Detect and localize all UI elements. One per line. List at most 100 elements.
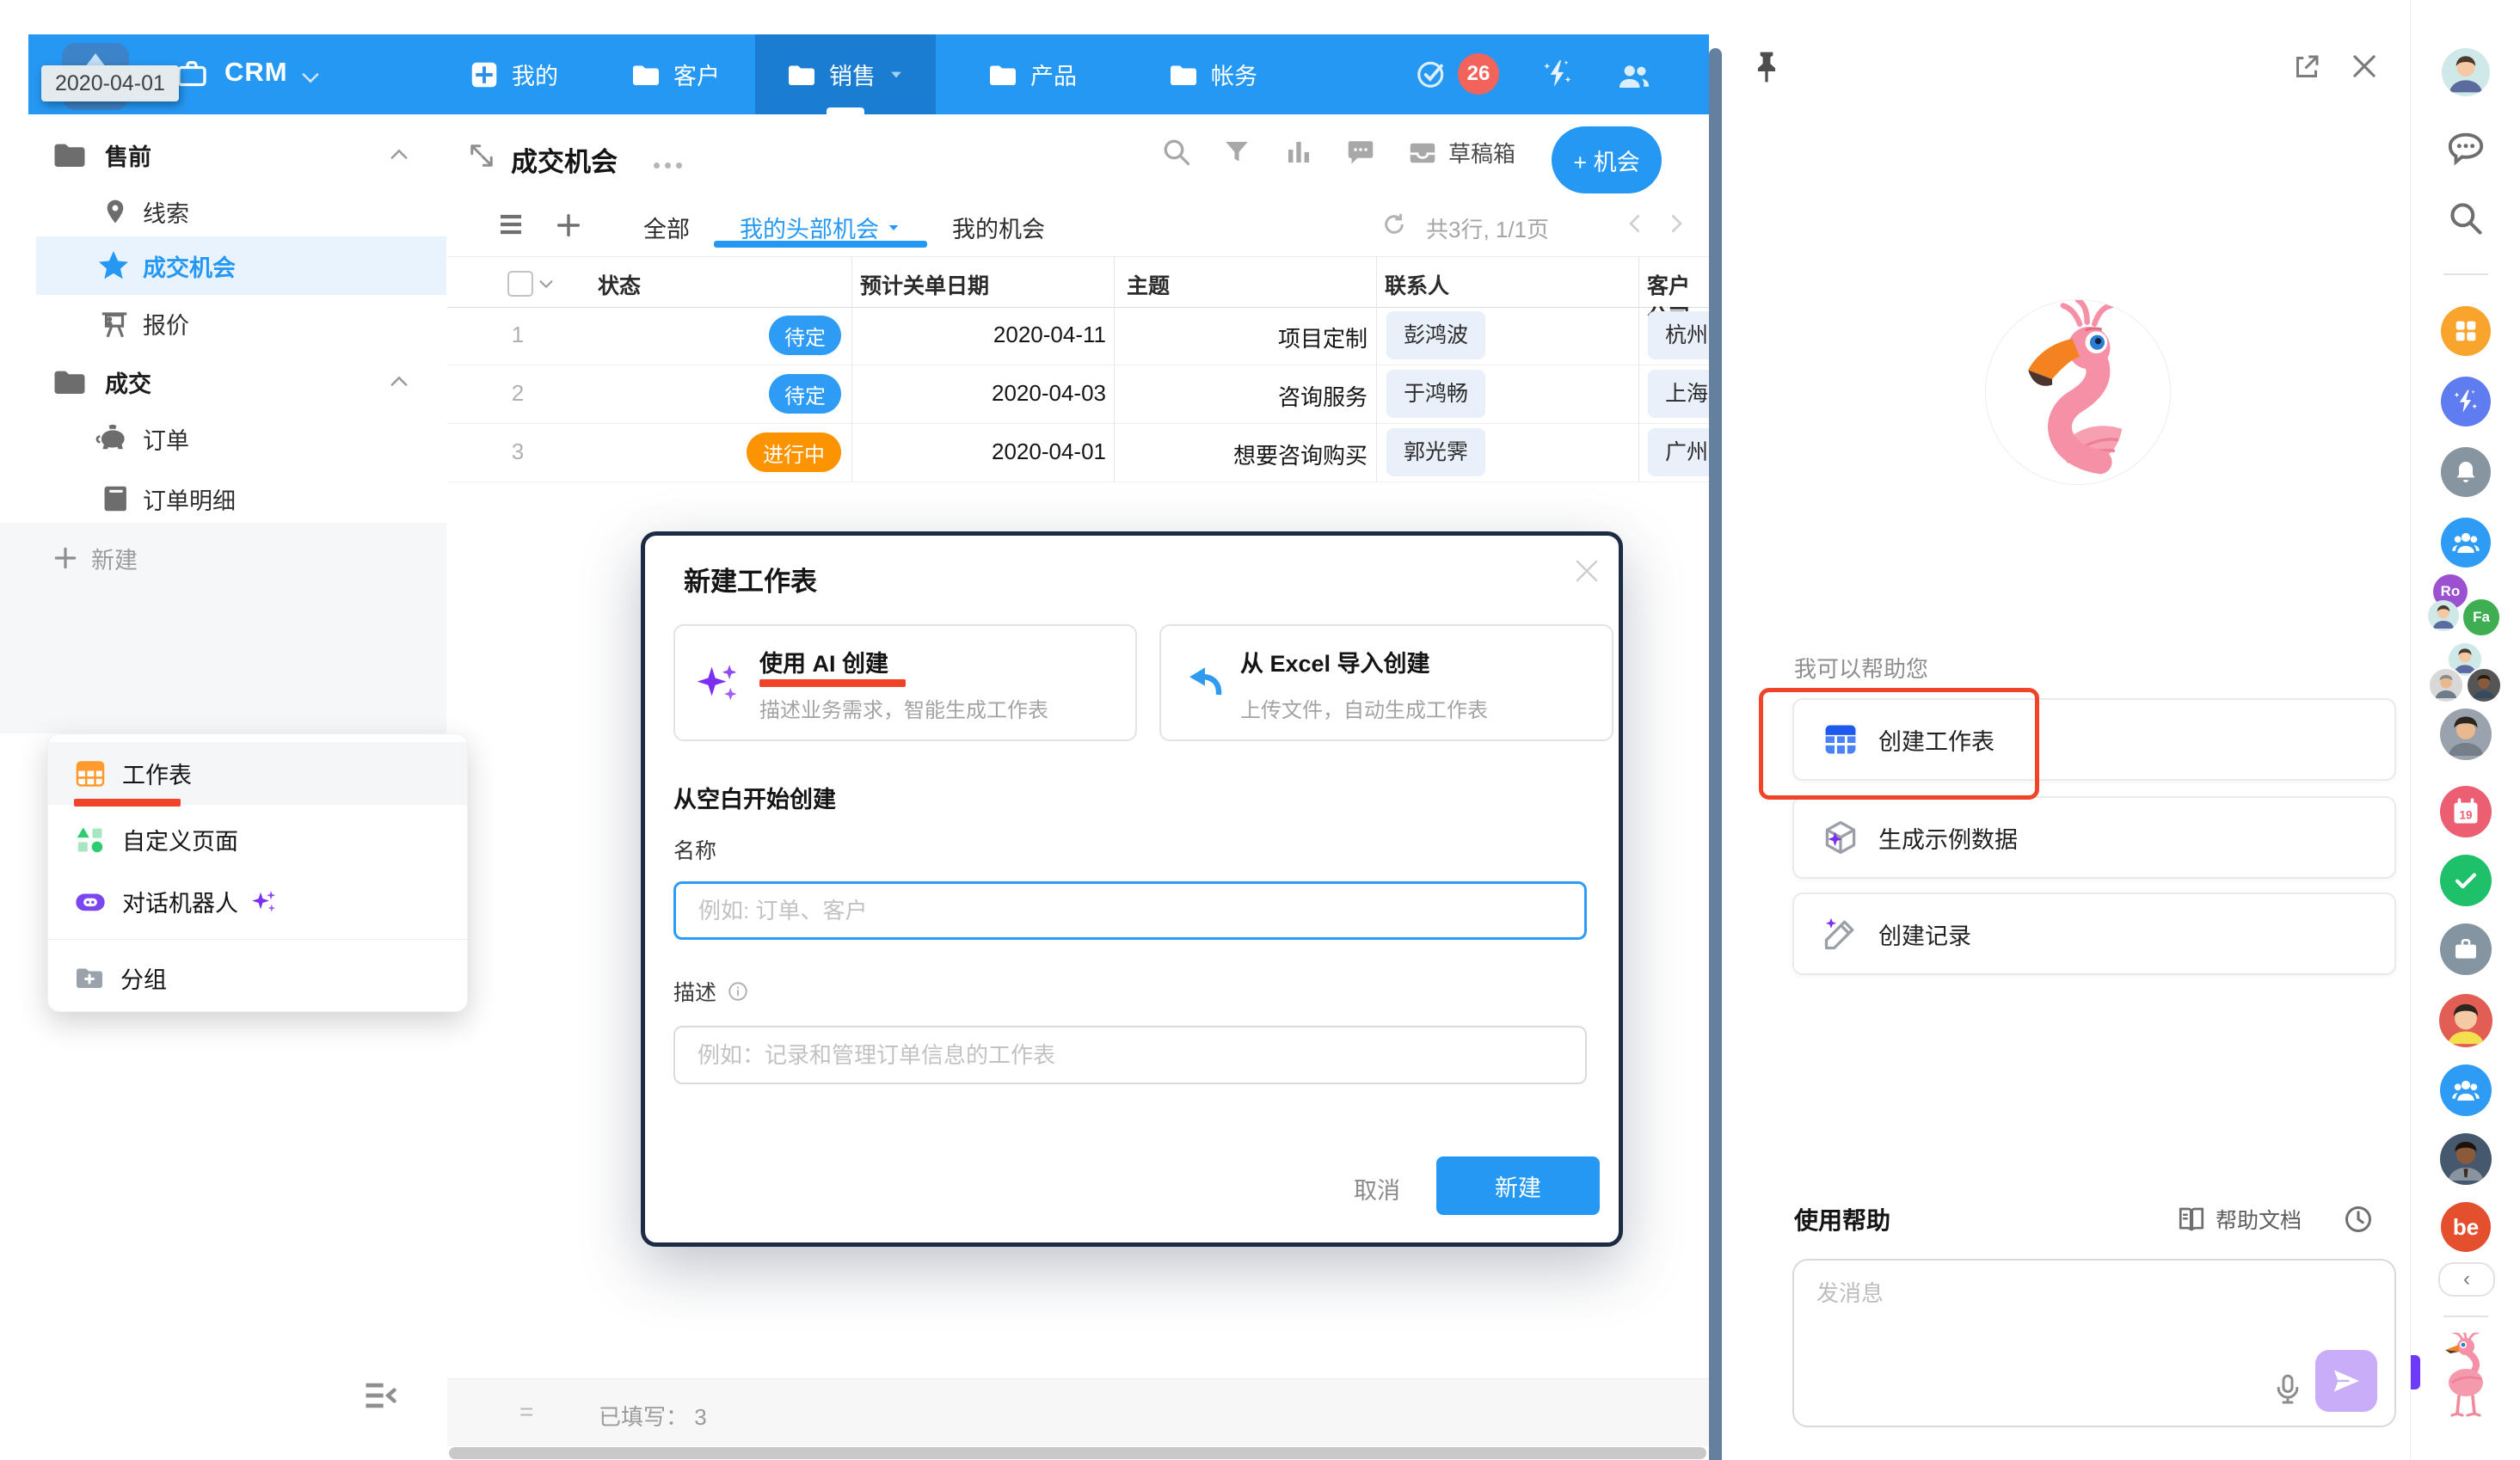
summary-icon[interactable]: =	[519, 1398, 533, 1426]
col-subject[interactable]: 主题	[1127, 269, 1170, 300]
send-button[interactable]	[2315, 1350, 2377, 1412]
sidebar-item-leads[interactable]: 线索	[0, 187, 446, 236]
nav-tab-products[interactable]: 产品	[987, 34, 1077, 114]
strip-search-icon[interactable]	[2447, 199, 2485, 237]
view-list-icon[interactable]	[495, 209, 526, 240]
contact-chip[interactable]: 郭光霁	[1386, 428, 1485, 476]
message-input[interactable]	[1815, 1274, 2265, 1407]
action-generate-sample-data[interactable]: 生成示例数据	[1792, 796, 2396, 879]
excel-import-option[interactable]: 从 Excel 导入创建 上传文件，自动生成工作表	[1159, 624, 1613, 741]
tasks-shortcut[interactable]	[2440, 855, 2492, 906]
popup-item-worksheet[interactable]: 工作表	[48, 742, 467, 805]
view-tab-my-top[interactable]: 我的头部机会	[740, 211, 901, 244]
contact-chip[interactable]: 于鸿畅	[1386, 370, 1485, 418]
collapse-strip-button[interactable]: ‹	[2438, 1262, 2495, 1297]
company-chip[interactable]: 杭州复	[1648, 311, 1709, 359]
info-icon[interactable]	[727, 980, 749, 1003]
ai-bolt-icon[interactable]	[1540, 57, 1575, 91]
popup-item-chatbot[interactable]: 对话机器人	[48, 870, 467, 933]
create-button[interactable]: 新建	[1436, 1156, 1600, 1215]
filter-icon[interactable]	[1221, 137, 1252, 168]
chart-icon[interactable]	[1283, 137, 1314, 168]
table-row[interactable]: 1 待定 2020-04-11 项目定制 彭鸿波 杭州复	[447, 306, 1709, 365]
history-clock-icon[interactable]	[2343, 1204, 2374, 1235]
header-caret-icon[interactable]	[537, 274, 556, 293]
notification-badge[interactable]: 26	[1458, 53, 1499, 95]
badge-be[interactable]: be	[2441, 1202, 2491, 1252]
org-shortcut[interactable]	[2440, 1064, 2492, 1116]
refresh-icon[interactable]	[1380, 211, 1408, 238]
add-view-icon[interactable]	[554, 211, 583, 240]
work-shortcut[interactable]	[2440, 923, 2492, 975]
notifications-shortcut[interactable]	[2441, 447, 2491, 497]
search-icon[interactable]	[1161, 137, 1192, 168]
discussion-icon[interactable]	[1345, 137, 1376, 168]
mic-icon[interactable]	[2271, 1372, 2305, 1407]
pushpin-icon[interactable]	[1748, 48, 1786, 86]
nav-tab-customers[interactable]: 客户	[630, 34, 720, 114]
drafts-button[interactable]: 草稿箱	[1407, 137, 1515, 169]
app-title[interactable]: CRM	[224, 57, 288, 88]
select-all-checkbox[interactable]	[507, 271, 533, 297]
sidebar-item-order-details[interactable]: 订单明细	[0, 474, 446, 524]
next-page-icon[interactable]	[1663, 211, 1689, 236]
sidebar-group-deals[interactable]: 成交	[0, 357, 446, 407]
horizontal-scrollbar[interactable]	[449, 1447, 1706, 1459]
chevron-down-icon[interactable]	[298, 65, 323, 89]
team-shortcut[interactable]	[2441, 518, 2491, 567]
contact-chip[interactable]: 彭鸿波	[1386, 311, 1485, 359]
task-check-icon[interactable]	[1415, 58, 1447, 90]
members-icon[interactable]	[1616, 58, 1652, 94]
col-status[interactable]: 状态	[598, 269, 641, 300]
ai-create-option[interactable]: 使用 AI 创建 描述业务需求，智能生成工作表	[673, 624, 1137, 741]
avatar-cartoon[interactable]	[2439, 994, 2492, 1047]
chevron-up-icon[interactable]	[387, 143, 411, 167]
help-doc-button[interactable]: 帮助文档	[2176, 1204, 2302, 1235]
ai-shortcut[interactable]	[2441, 377, 2491, 426]
worksheet-desc-input[interactable]	[673, 1026, 1587, 1084]
action-create-record[interactable]: 创建记录	[1792, 893, 2396, 975]
nav-tab-mine[interactable]: 我的	[469, 34, 558, 114]
table-row[interactable]: 3 进行中 2020-04-01 想要咨询购买 郭光霁 广州中	[447, 423, 1709, 482]
user-avatar[interactable]	[2442, 48, 2490, 96]
prev-page-icon[interactable]	[1622, 211, 1648, 236]
sidebar-new-button[interactable]: 新建	[0, 533, 446, 583]
col-contact[interactable]: 联系人	[1385, 269, 1449, 300]
cancel-button[interactable]: 取消	[1349, 1171, 1405, 1206]
sidebar-item-orders[interactable]: 订单	[0, 414, 446, 463]
avatar-manager[interactable]	[2440, 1133, 2492, 1185]
chevron-up-icon[interactable]	[387, 370, 411, 394]
sidebar-item-quotes[interactable]: 报价	[0, 298, 446, 348]
calendar-shortcut[interactable]: 19	[2440, 786, 2492, 837]
col-close-date[interactable]: 预计关单日期	[860, 269, 989, 300]
mini-avatar	[2466, 667, 2502, 703]
chat-bubble-icon[interactable]	[2446, 129, 2486, 169]
group-chat-trio[interactable]	[2411, 643, 2520, 703]
popup-item-group[interactable]: 分组	[48, 951, 467, 1004]
flamingo-mascot[interactable]	[2437, 1333, 2495, 1422]
panel-divider-bar[interactable]	[1709, 48, 1722, 1460]
close-panel-icon[interactable]	[2348, 50, 2381, 83]
more-icon[interactable]	[654, 163, 660, 169]
view-tab-mine[interactable]: 我的机会	[952, 211, 1045, 244]
company-chip[interactable]: 上海丰	[1648, 370, 1709, 418]
view-tab-all[interactable]: 全部	[643, 211, 690, 244]
avatar-colleague[interactable]	[2440, 709, 2492, 760]
action-create-worksheet[interactable]: 创建工作表	[1792, 698, 2396, 781]
open-in-new-icon[interactable]	[2291, 52, 2322, 83]
apps-grid-shortcut[interactable]	[2441, 306, 2491, 356]
worksheet-name-input[interactable]	[673, 881, 1587, 940]
nav-tab-sales[interactable]: 销售	[755, 34, 936, 114]
company-chip[interactable]: 广州中	[1648, 428, 1709, 476]
import-arrow-icon	[1183, 662, 1225, 703]
nav-tab-finance[interactable]: 帐务	[1168, 34, 1257, 114]
group-chat-ro-fa[interactable]: Ro Fa	[2411, 574, 2520, 641]
collapse-sidebar-icon[interactable]	[361, 1377, 399, 1414]
sidebar-item-opportunities[interactable]: 成交机会	[36, 236, 446, 295]
popup-item-custom-page[interactable]: 自定义页面	[48, 808, 467, 871]
new-opportunity-button[interactable]: + 机会	[1552, 126, 1662, 193]
close-icon[interactable]	[1570, 555, 1603, 587]
sidebar-group-presales[interactable]: 售前	[0, 130, 446, 180]
expand-icon[interactable]	[466, 140, 497, 171]
table-row[interactable]: 2 待定 2020-04-03 咨询服务 于鸿畅 上海丰	[447, 365, 1709, 424]
